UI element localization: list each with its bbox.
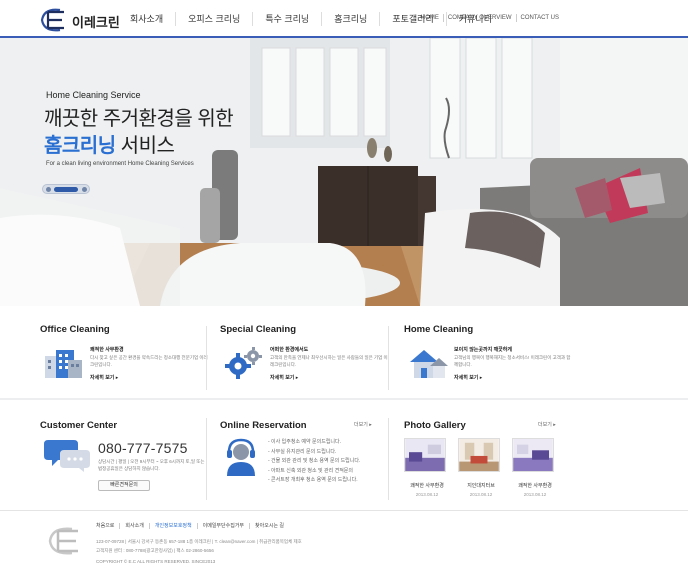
service-more-link[interactable]: 자세히 보기 ▸ [454, 374, 482, 381]
reservation-list: - 이사 입주청소 예약 문의드립니다. - 사무실 유지관리 문의 드립니다.… [268, 438, 360, 486]
site-footer: 처음으로 회사소개 개인정보보호정책 이메일무단수집거부 찾아오시는 길 123… [0, 510, 688, 576]
logo-mark-icon [40, 8, 64, 32]
customer-phone: 080-777-7575 [98, 440, 188, 456]
chat-bubbles-icon [44, 440, 90, 472]
divider [388, 418, 389, 500]
gallery-title: Photo Gallery [404, 420, 466, 431]
gallery-date: 2013.08.12 [469, 492, 493, 497]
hero-subtitle: Home Cleaning Service [46, 90, 141, 100]
hero-headline-rest: 서비스 [115, 135, 175, 157]
gallery-date: 2013.08.12 [415, 492, 439, 497]
service-office-cleaning[interactable]: Office Cleaning 쾌적한 사무환경 다시 찾고 싶은 공간 환경을… [40, 324, 210, 394]
quick-quote-button[interactable]: 빠른견적문의 [98, 480, 150, 491]
reservation-more-link[interactable]: 더보기 ▸ [354, 421, 372, 428]
gears-icon [225, 347, 262, 379]
footer-address: 123-07-09728 | 서울시 강서구 등촌동 657-188 1층 이레… [96, 539, 302, 544]
util-home-link[interactable]: HOME [417, 14, 443, 22]
footer-logo-icon [48, 527, 78, 555]
list-item[interactable]: - 콘서트장 개최후 청소 용역 문의 드립니다. [268, 476, 360, 486]
hero-highlight: 홈크리닝 [44, 135, 116, 157]
hero-english-caption: For a clean living environment Home Clea… [46, 161, 194, 167]
house-icon [410, 350, 448, 378]
list-item[interactable]: - 사무실 유지관리 문의 드립니다. [268, 448, 360, 458]
list-item[interactable]: - 아파트 신축 외관 청소 및 관리 견적문의 [268, 467, 360, 477]
footer-link-email-policy[interactable]: 이메일무단수집거부 [196, 523, 249, 529]
living-room-photo [0, 38, 688, 306]
divider [388, 326, 389, 390]
brand-name: 이레크린 [72, 15, 120, 30]
service-more-link[interactable]: 자세히 보기 ▸ [90, 374, 118, 381]
footer-link-company[interactable]: 회사소개 [119, 523, 148, 529]
service-title: Special Cleaning [220, 324, 297, 335]
service-description: 고객의 만족을 언제나 최우선시하는 일은 사람들의 일은 기업 이레크린입니다… [270, 355, 388, 367]
service-special-cleaning[interactable]: Special Cleaning 어떠한 환경에서도 고객의 만족을 언제나 최… [220, 324, 390, 394]
gallery-caption: 쾌적한 사무환경 [410, 483, 444, 489]
footer-links: 처음으로 회사소개 개인정보보호정책 이메일무단수집거부 찾아오시는 길 [96, 523, 289, 529]
footer-link-privacy[interactable]: 개인정보보호정책 [148, 523, 197, 529]
site-header: 이레크린 회사소개 오피스 크리닝 특수 크리닝 홈크리닝 포토갤러리 커뮤니티… [0, 0, 688, 38]
gallery-item[interactable]: 지인대지터브 2013.08.12 [458, 438, 504, 497]
nav-item-special-cleaning[interactable]: 특수 크리닝 [252, 12, 321, 26]
customer-center-title: Customer Center [40, 420, 118, 431]
gallery-caption: 지인대지터브 [467, 483, 495, 489]
slide-next-dot[interactable] [82, 187, 87, 192]
service-heading: 보이지 않는곳까지 깨끗하게 [454, 347, 512, 353]
gallery-caption: 쾌적한 사무환경 [518, 483, 552, 489]
service-home-cleaning[interactable]: Home Cleaning 보이지 않는곳까지 깨끗하게 고객님의 행복이 행복… [404, 324, 574, 394]
service-title: Home Cleaning [404, 324, 474, 335]
hero-headline-line1: 깨끗한 주거환경을 위한 [44, 108, 234, 130]
gallery-date: 2013.08.12 [523, 492, 547, 497]
gallery-thumbnail [458, 438, 500, 472]
service-heading: 쾌적한 사무환경 [90, 347, 124, 353]
nav-item-office-cleaning[interactable]: 오피스 크리닝 [175, 12, 252, 26]
nav-item-home-cleaning[interactable]: 홈크리닝 [321, 12, 379, 26]
slide-prev-dot[interactable] [46, 187, 51, 192]
footer-contact: 고객지원 센터 : 080-7788(광고한정사업) | 팩스 02-2860-… [96, 548, 214, 553]
service-heading: 어떠한 환경에서도 [270, 347, 309, 353]
info-section: Customer Center 080-777-7575 상담시간 | 평일 |… [0, 400, 688, 510]
nav-item-company[interactable]: 회사소개 [118, 12, 175, 26]
util-company-overview-link[interactable]: COMPANY OVERVIEW [442, 14, 516, 22]
office-building-icon [45, 350, 82, 378]
hero-headline-line2: 홈크리닝 서비스 [44, 129, 175, 158]
footer-link-directions[interactable]: 찾아오시는 길 [249, 523, 289, 529]
site-logo[interactable]: 이레크린 [34, 6, 124, 34]
photo-gallery: Photo Gallery 더보기 ▸ 쾌적한 사무환경 2013.08.12 … [404, 420, 560, 500]
footer-copyright: COPYRIGHT © E.C ALL RIGHTS RESERVED. SIN… [96, 559, 216, 564]
gallery-item[interactable]: 쾌적한 사무환경 2013.08.12 [404, 438, 450, 497]
gallery-thumbnail [512, 438, 554, 472]
util-contact-us-link[interactable]: CONTACT US [515, 14, 563, 22]
slide-active-indicator[interactable] [54, 187, 78, 192]
footer-link-home[interactable]: 처음으로 [96, 523, 119, 529]
gallery-more-link[interactable]: 더보기 ▸ [538, 421, 556, 428]
hero-banner: Home Cleaning Service 깨끗한 주거환경을 위한 홈크리닝 … [0, 38, 688, 306]
list-item[interactable]: - 이사 입주청소 예약 문의드립니다. [268, 438, 360, 448]
customer-hours: 상담시간 | 평일 | 오전 9시부터 ~ 오후 6시까지 토,일 또는 법정공… [98, 459, 205, 471]
service-description: 다시 찾고 싶은 공간 환경을 약속드리는 정소대행 전문기업 이레크린입니다. [90, 355, 208, 367]
customer-center: Customer Center 080-777-7575 상담시간 | 평일 |… [40, 420, 205, 500]
service-more-link[interactable]: 자세히 보기 ▸ [270, 374, 298, 381]
service-description: 고객님의 행복이 행복해지는 청소서비스! 이레크린이 고객과 함께합니다. [454, 355, 571, 367]
headset-agent-icon [227, 438, 255, 476]
online-reservation: Online Reservation 더보기 ▸ - 이사 입주청소 예약 문의… [220, 420, 380, 500]
service-title: Office Cleaning [40, 324, 110, 335]
gallery-thumbnail [404, 438, 446, 472]
divider [206, 418, 207, 500]
list-item[interactable]: - 건물 외관 관리 및 청소 용역 문의 드립니다. [268, 457, 360, 467]
slider-pager [42, 184, 90, 194]
utility-nav: HOME COMPANY OVERVIEW CONTACT US [417, 14, 563, 22]
gallery-item[interactable]: 쾌적한 사무환경 2013.08.12 [512, 438, 558, 497]
services-section: Office Cleaning 쾌적한 사무환경 다시 찾고 싶은 공간 환경을… [0, 306, 688, 400]
divider [206, 326, 207, 390]
